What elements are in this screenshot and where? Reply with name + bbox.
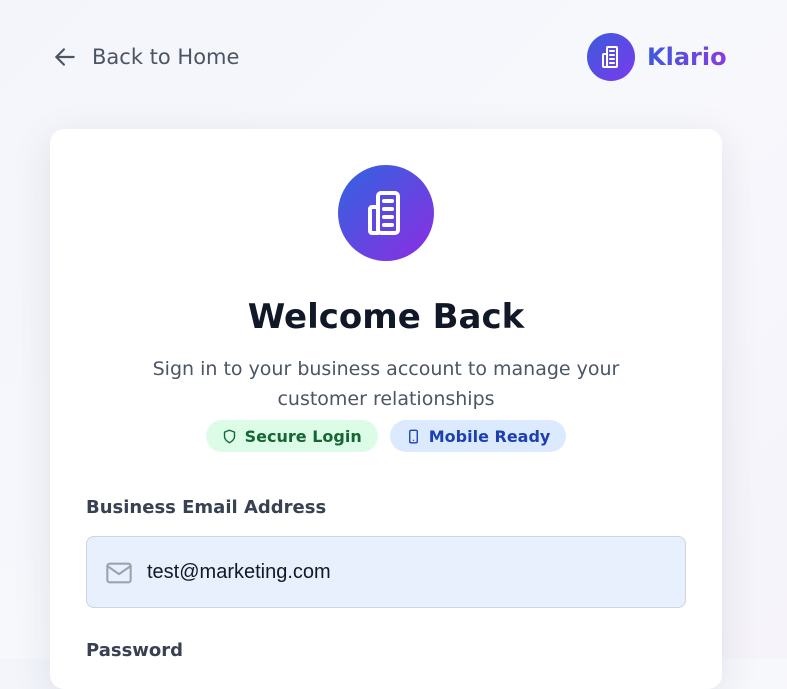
email-field[interactable]	[147, 537, 667, 607]
top-bar: Back to Home Klario	[0, 0, 787, 118]
brand[interactable]: Klario	[587, 33, 727, 81]
page-title: Welcome Back	[247, 297, 525, 337]
building-icon	[338, 165, 434, 261]
brand-name: Klario	[647, 43, 727, 71]
email-field-wrapper[interactable]	[86, 536, 686, 608]
badge-label: Mobile Ready	[428, 426, 551, 446]
password-label: Password	[86, 640, 184, 661]
smartphone-icon	[408, 429, 418, 443]
email-label: Business Email Address	[86, 497, 327, 518]
shield-icon	[223, 429, 235, 443]
arrow-left-icon	[55, 48, 75, 66]
mail-icon	[106, 562, 132, 584]
page-subtitle: Sign in to your business account to mana…	[152, 358, 620, 410]
secure-login-badge: Secure Login	[205, 420, 378, 452]
login-card: Welcome Back Sign in to your business ac…	[50, 129, 722, 689]
feature-badges: Secure Login Mobile Ready	[50, 420, 722, 452]
back-link-label: Back to Home	[92, 45, 240, 69]
mobile-ready-badge: Mobile Ready	[389, 420, 567, 452]
badge-label: Secure Login	[244, 426, 362, 446]
building-icon	[587, 33, 635, 81]
back-to-home-link[interactable]: Back to Home	[52, 44, 239, 70]
